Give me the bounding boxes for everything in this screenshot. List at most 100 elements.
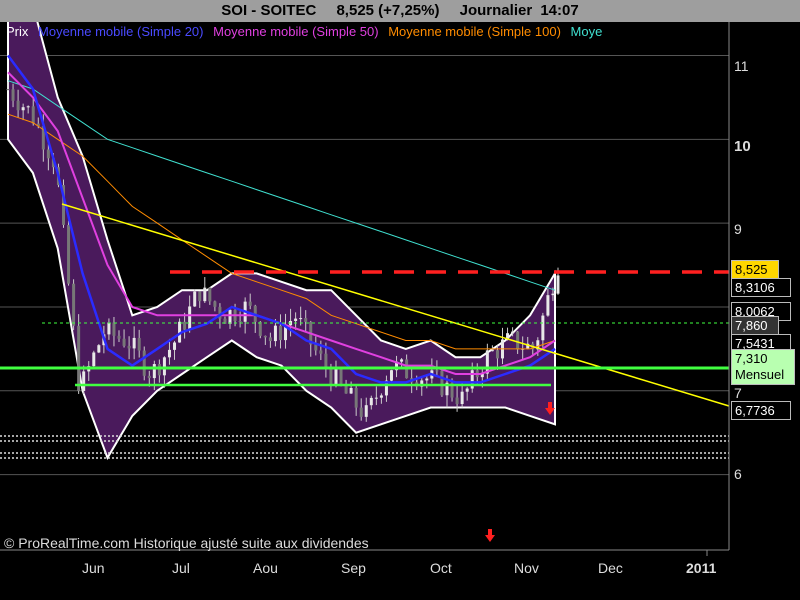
candle-body	[460, 391, 464, 405]
candle-body	[546, 295, 550, 316]
chart-header: SOI - SOITEC 8,525 (+7,25%) Journalier 1…	[0, 0, 800, 22]
candle-body	[122, 338, 126, 346]
symbol-label: SOI - SOITEC	[221, 2, 317, 19]
candle-body	[465, 388, 469, 392]
candle-body	[137, 337, 141, 351]
x-tick-oct: Oct	[430, 560, 452, 576]
candle-body	[329, 368, 333, 386]
candle-body	[188, 306, 192, 330]
price-tag-5-label: Mensuel	[735, 367, 785, 382]
candle-body	[369, 397, 373, 406]
candle-body	[173, 342, 177, 350]
candle-body	[490, 350, 494, 352]
candle-body	[46, 149, 50, 159]
candle-body	[324, 353, 328, 369]
candle-body	[263, 335, 267, 338]
candle-body	[364, 405, 368, 417]
price-tag-6: 6,7736	[731, 401, 791, 420]
candle-body	[77, 325, 81, 391]
candle-body	[183, 321, 187, 330]
candle-body	[349, 387, 353, 394]
candle-body	[127, 345, 131, 349]
footer-note: © ProRealTime.com Historique ajusté suit…	[4, 535, 369, 551]
candle-body	[147, 375, 151, 379]
price-chart[interactable]	[0, 22, 800, 600]
candle-body	[16, 100, 20, 111]
time-label: 14:07	[540, 2, 579, 19]
candle-body	[278, 325, 282, 341]
candle-body	[203, 287, 207, 302]
price-tag-5-value: 7,310	[735, 351, 768, 366]
price-label: 8,525 (+7,25%)	[336, 2, 440, 19]
candle-body	[107, 322, 111, 335]
y-tick-10: 10	[734, 138, 751, 155]
candle-body	[389, 370, 393, 381]
candle-body	[339, 368, 343, 384]
candle-body	[354, 387, 358, 408]
candle-body	[228, 309, 232, 324]
candle-body	[334, 368, 338, 386]
candle-body	[11, 89, 15, 101]
candle-body	[273, 325, 277, 342]
candle-body	[495, 350, 499, 359]
candle-body	[455, 397, 459, 405]
candle-body	[72, 283, 76, 326]
candle-body	[112, 322, 116, 336]
x-tick-sep: Sep	[341, 560, 366, 576]
candle-body	[92, 352, 96, 367]
candle-body	[258, 321, 262, 336]
candle-body	[26, 106, 30, 108]
candle-body	[435, 370, 439, 372]
candle-body	[379, 395, 383, 398]
y-tick-11: 11	[734, 58, 749, 74]
candle-body	[21, 107, 25, 111]
candle-body	[193, 291, 197, 307]
price-tag-1: 8,3106	[731, 278, 791, 297]
candle-body	[268, 337, 272, 342]
x-tick-aou: Aou	[253, 560, 278, 576]
candle-body	[6, 89, 10, 91]
candle-body	[248, 301, 252, 306]
candle-body	[162, 357, 166, 376]
candle-body	[511, 331, 515, 334]
candle-body	[294, 318, 298, 321]
y-tick-9: 9	[734, 221, 742, 237]
candle-body	[440, 370, 444, 396]
price-tag-5: 7,310 Mensuel	[731, 349, 795, 385]
candle-body	[516, 331, 520, 350]
candle-body	[157, 364, 161, 376]
candle-body	[319, 350, 323, 354]
y-tick-6: 6	[734, 466, 742, 482]
candle-body	[374, 397, 378, 399]
candle-body	[304, 318, 308, 322]
candle-body	[213, 301, 217, 307]
candle-body	[541, 315, 545, 341]
candle-body	[132, 337, 136, 349]
candle-body	[67, 224, 71, 284]
candle-body	[117, 335, 121, 339]
x-tick-jul: Jul	[172, 560, 190, 576]
candle-body	[359, 407, 363, 417]
price-tag-last: 8,525	[731, 260, 779, 279]
period-label: Journalier	[459, 2, 533, 19]
x-tick-nov: Nov	[514, 560, 539, 576]
x-tick-2011: 2011	[686, 560, 717, 576]
y-tick-7: 7	[734, 385, 742, 401]
candle-body	[142, 350, 146, 376]
candle-body	[556, 275, 560, 294]
candle-body	[152, 364, 156, 379]
candle-body	[299, 318, 303, 320]
price-tag-3: 7,860	[731, 316, 779, 335]
candle-body	[400, 359, 404, 362]
candle-body	[97, 345, 101, 353]
candle-body	[425, 378, 429, 381]
candle-body	[208, 287, 212, 302]
x-tick-jun: Jun	[82, 560, 105, 576]
candle-body	[551, 293, 555, 296]
candle-body	[314, 344, 318, 351]
candle-body	[82, 371, 86, 391]
candle-body	[198, 291, 202, 302]
candle-body	[167, 349, 171, 358]
candle-body	[31, 106, 35, 124]
candle-body	[485, 350, 489, 374]
